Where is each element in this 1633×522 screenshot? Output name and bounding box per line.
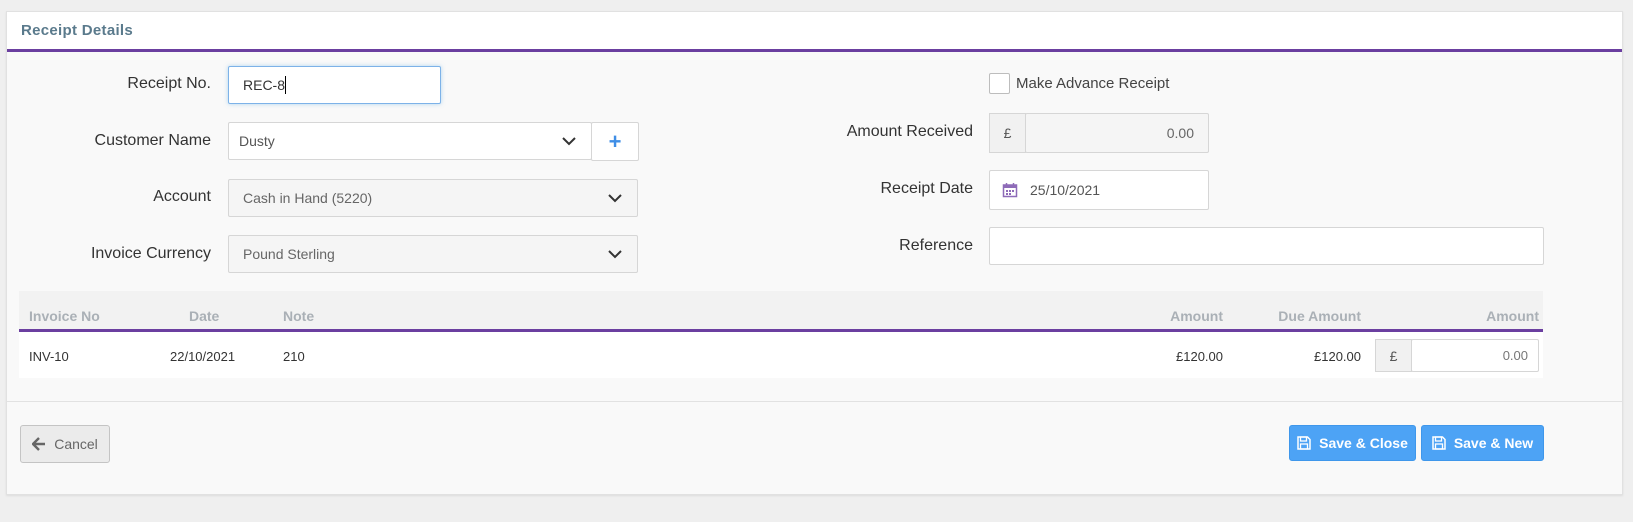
panel-title: Receipt Details [21, 22, 134, 39]
panel-header: Receipt Details [7, 12, 1622, 52]
plus-icon: + [608, 128, 622, 154]
floppy-disk-icon [1297, 436, 1311, 450]
table-row: INV-10 22/10/2021 210 £120.00 £120.00 £ … [19, 332, 1543, 378]
header-date: Date [189, 308, 220, 324]
reference-input[interactable] [989, 227, 1544, 265]
chevron-down-icon [562, 137, 576, 146]
customer-name-label: Customer Name [94, 132, 211, 149]
receipt-no-input[interactable]: REC-8 [228, 66, 441, 104]
floppy-disk-icon [1432, 436, 1446, 450]
footer-divider [7, 401, 1622, 402]
header-invoice-no: Invoice No [29, 308, 100, 324]
account-value: Cash in Hand (5220) [243, 190, 373, 206]
row-date: 22/10/2021 [170, 349, 236, 364]
header-due-amount: Due Amount [1278, 308, 1361, 324]
save-close-button[interactable]: Save & Close [1289, 425, 1416, 461]
invoice-currency-value: Pound Sterling [243, 246, 335, 262]
row-amount: £120.00 [1176, 349, 1223, 364]
calendar-icon [1002, 183, 1018, 198]
row-due-amount: £120.00 [1314, 349, 1361, 364]
amount-received-input[interactable]: 0.00 [1025, 113, 1209, 153]
row-currency-addon: £ [1375, 339, 1412, 372]
receipt-no-value: REC-8 [243, 77, 286, 93]
arrow-left-icon [32, 437, 46, 451]
receipt-date-label: Receipt Date [880, 180, 974, 197]
chevron-down-icon [608, 250, 622, 259]
row-invoice-no: INV-10 [29, 349, 69, 364]
customer-name-value: Dusty [239, 133, 275, 149]
text-caret [285, 76, 287, 94]
amount-received-label: Amount Received [846, 123, 973, 140]
customer-name-select[interactable]: Dusty [228, 122, 592, 160]
cancel-button[interactable]: Cancel [20, 425, 110, 463]
cancel-label: Cancel [54, 436, 98, 452]
invoice-table-header: Invoice No Date Note Amount Due Amount A… [19, 291, 1543, 332]
reference-label: Reference [899, 237, 973, 254]
amount-received-value: 0.00 [1166, 125, 1194, 141]
receipt-date-value: 25/10/2021 [1030, 182, 1101, 198]
row-pay-amount-value: 0.00 [1502, 348, 1528, 363]
save-new-button[interactable]: Save & New [1421, 425, 1544, 461]
header-amount: Amount [1170, 308, 1223, 324]
chevron-down-icon [608, 194, 622, 203]
receipt-no-label: Receipt No. [127, 75, 211, 92]
currency-addon: £ [989, 113, 1026, 153]
account-select[interactable]: Cash in Hand (5220) [228, 179, 638, 217]
account-label: Account [153, 188, 211, 205]
receipt-details-panel: Receipt Details Receipt No. REC-8 Custom… [6, 11, 1623, 495]
advance-receipt-label: Make Advance Receipt [1016, 75, 1170, 92]
receipt-date-input[interactable]: 25/10/2021 [989, 170, 1209, 210]
header-pay-amount: Amount [1486, 308, 1539, 324]
row-note: 210 [283, 349, 305, 364]
save-new-label: Save & New [1453, 435, 1534, 451]
save-close-label: Save & Close [1319, 435, 1408, 451]
header-note: Note [283, 308, 315, 324]
row-pay-amount-input[interactable]: 0.00 [1411, 339, 1539, 372]
invoice-currency-select[interactable]: Pound Sterling [228, 235, 638, 273]
invoice-currency-label: Invoice Currency [90, 245, 211, 262]
add-customer-button[interactable]: + [591, 122, 639, 161]
advance-receipt-checkbox[interactable] [989, 73, 1010, 94]
